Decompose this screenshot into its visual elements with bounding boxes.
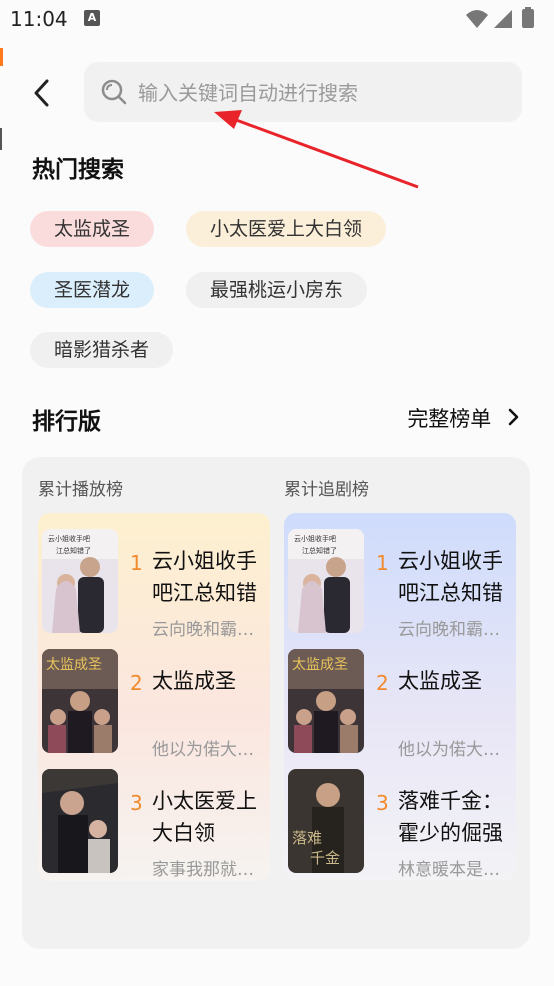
drama-title: 云小姐收手吧江总知错 (398, 549, 503, 605)
drama-description: 云向晚和霸… (152, 620, 254, 640)
rank-number: 3 (376, 791, 389, 815)
follow-ranking-title: 累计追剧榜 (284, 480, 369, 500)
hot-search-chip[interactable]: 小太医爱上大白领 (186, 211, 387, 247)
drama-description: 他以为偌大… (398, 740, 500, 760)
play-ranking-title: 累计播放榜 (38, 480, 123, 500)
svg-text:千金: 千金 (310, 849, 340, 867)
status-time: 11:04 (10, 7, 68, 31)
drama-cover-image: 云小姐收手吧 江总知错了 (288, 529, 364, 633)
rank-number: 2 (376, 671, 389, 695)
list-item[interactable]: 太监成圣 2 太监成圣 他以为偌大… (38, 649, 270, 760)
edge-marker (0, 48, 3, 66)
drama-cover-image (42, 769, 118, 873)
drama-cover-image: 云小姐收手吧 江总知错了 (42, 529, 118, 633)
ranking-title: 排行版 (32, 409, 101, 435)
svg-text:云小姐收手吧: 云小姐收手吧 (48, 534, 90, 543)
drama-cover-image: 落难 千金 (288, 769, 364, 873)
signal-wifi-battery-icons (466, 7, 534, 28)
drama-title: 太监成圣 (152, 669, 236, 693)
list-item[interactable]: 落难 千金 3 落难千金：霍少的倔强 林意暖本是… (284, 769, 516, 880)
play-ranking-list: 云小姐收手吧 江总知错了 1 云小姐收手吧江总知错 云向晚和霸… 太监成圣 2 … (38, 513, 270, 881)
hot-search-chip[interactable]: 最强桃运小房东 (186, 272, 368, 308)
drama-description: 他以为偌大… (152, 740, 254, 760)
rank-number: 1 (130, 551, 143, 575)
list-item[interactable]: 云小姐收手吧 江总知错了 1 云小姐收手吧江总知错 云向晚和霸… (38, 529, 270, 640)
drama-cover-image: 太监成圣 (42, 649, 118, 753)
full-list-label: 完整榜单 (407, 407, 492, 431)
hot-search-chip[interactable]: 暗影猎杀者 (30, 332, 174, 368)
rank-number: 3 (130, 791, 143, 815)
status-bar: 11:04 A (0, 0, 554, 40)
list-item[interactable]: 3 小太医爱上大白领 家事我那就… (38, 769, 270, 880)
list-item[interactable]: 云小姐收手吧 江总知错了 1 云小姐收手吧江总知错 云向晚和霸… (284, 529, 516, 640)
app-notification-icon: A (84, 10, 100, 26)
rank-number: 2 (130, 671, 143, 695)
follow-ranking-list: 云小姐收手吧 江总知错了 1 云小姐收手吧江总知错 云向晚和霸… 太监成圣 2 … (284, 513, 516, 881)
chevron-right-icon (508, 408, 519, 426)
drama-description: 家事我那就… (152, 860, 254, 880)
hot-search-chip[interactable]: 太监成圣 (30, 211, 155, 247)
search-icon (101, 79, 127, 105)
back-arrow-icon[interactable] (30, 78, 56, 108)
ranking-panel: 累计播放榜 累计追剧榜 云小姐收手吧 江总知错了 1 云小姐收手吧江总知错 云向… (22, 457, 530, 949)
rank-number: 1 (376, 551, 389, 575)
hot-search-chip[interactable]: 圣医潜龙 (30, 272, 155, 308)
svg-text:江总知错了: 江总知错了 (302, 546, 337, 555)
svg-text:太监成圣: 太监成圣 (46, 657, 102, 673)
svg-text:落难: 落难 (292, 829, 322, 847)
edge-marker (0, 128, 2, 150)
drama-title: 落难千金：霍少的倔强 (398, 789, 503, 845)
drama-title: 小太医爱上大白领 (152, 789, 257, 845)
hot-search-title: 热门搜索 (32, 157, 124, 183)
list-item[interactable]: 太监成圣 2 太监成圣 他以为偌大… (284, 649, 516, 760)
svg-text:云小姐收手吧: 云小姐收手吧 (294, 534, 336, 543)
drama-title: 云小姐收手吧江总知错 (152, 549, 257, 605)
svg-text:江总知错了: 江总知错了 (56, 546, 91, 555)
drama-description: 林意暖本是… (398, 860, 500, 880)
drama-title: 太监成圣 (398, 669, 482, 693)
svg-text:太监成圣: 太监成圣 (292, 657, 348, 673)
drama-cover-image: 太监成圣 (288, 649, 364, 753)
annotation-arrow-icon (214, 110, 419, 189)
drama-description: 云向晚和霸… (398, 620, 500, 640)
full-list-link[interactable]: 完整榜单 (407, 403, 520, 433)
